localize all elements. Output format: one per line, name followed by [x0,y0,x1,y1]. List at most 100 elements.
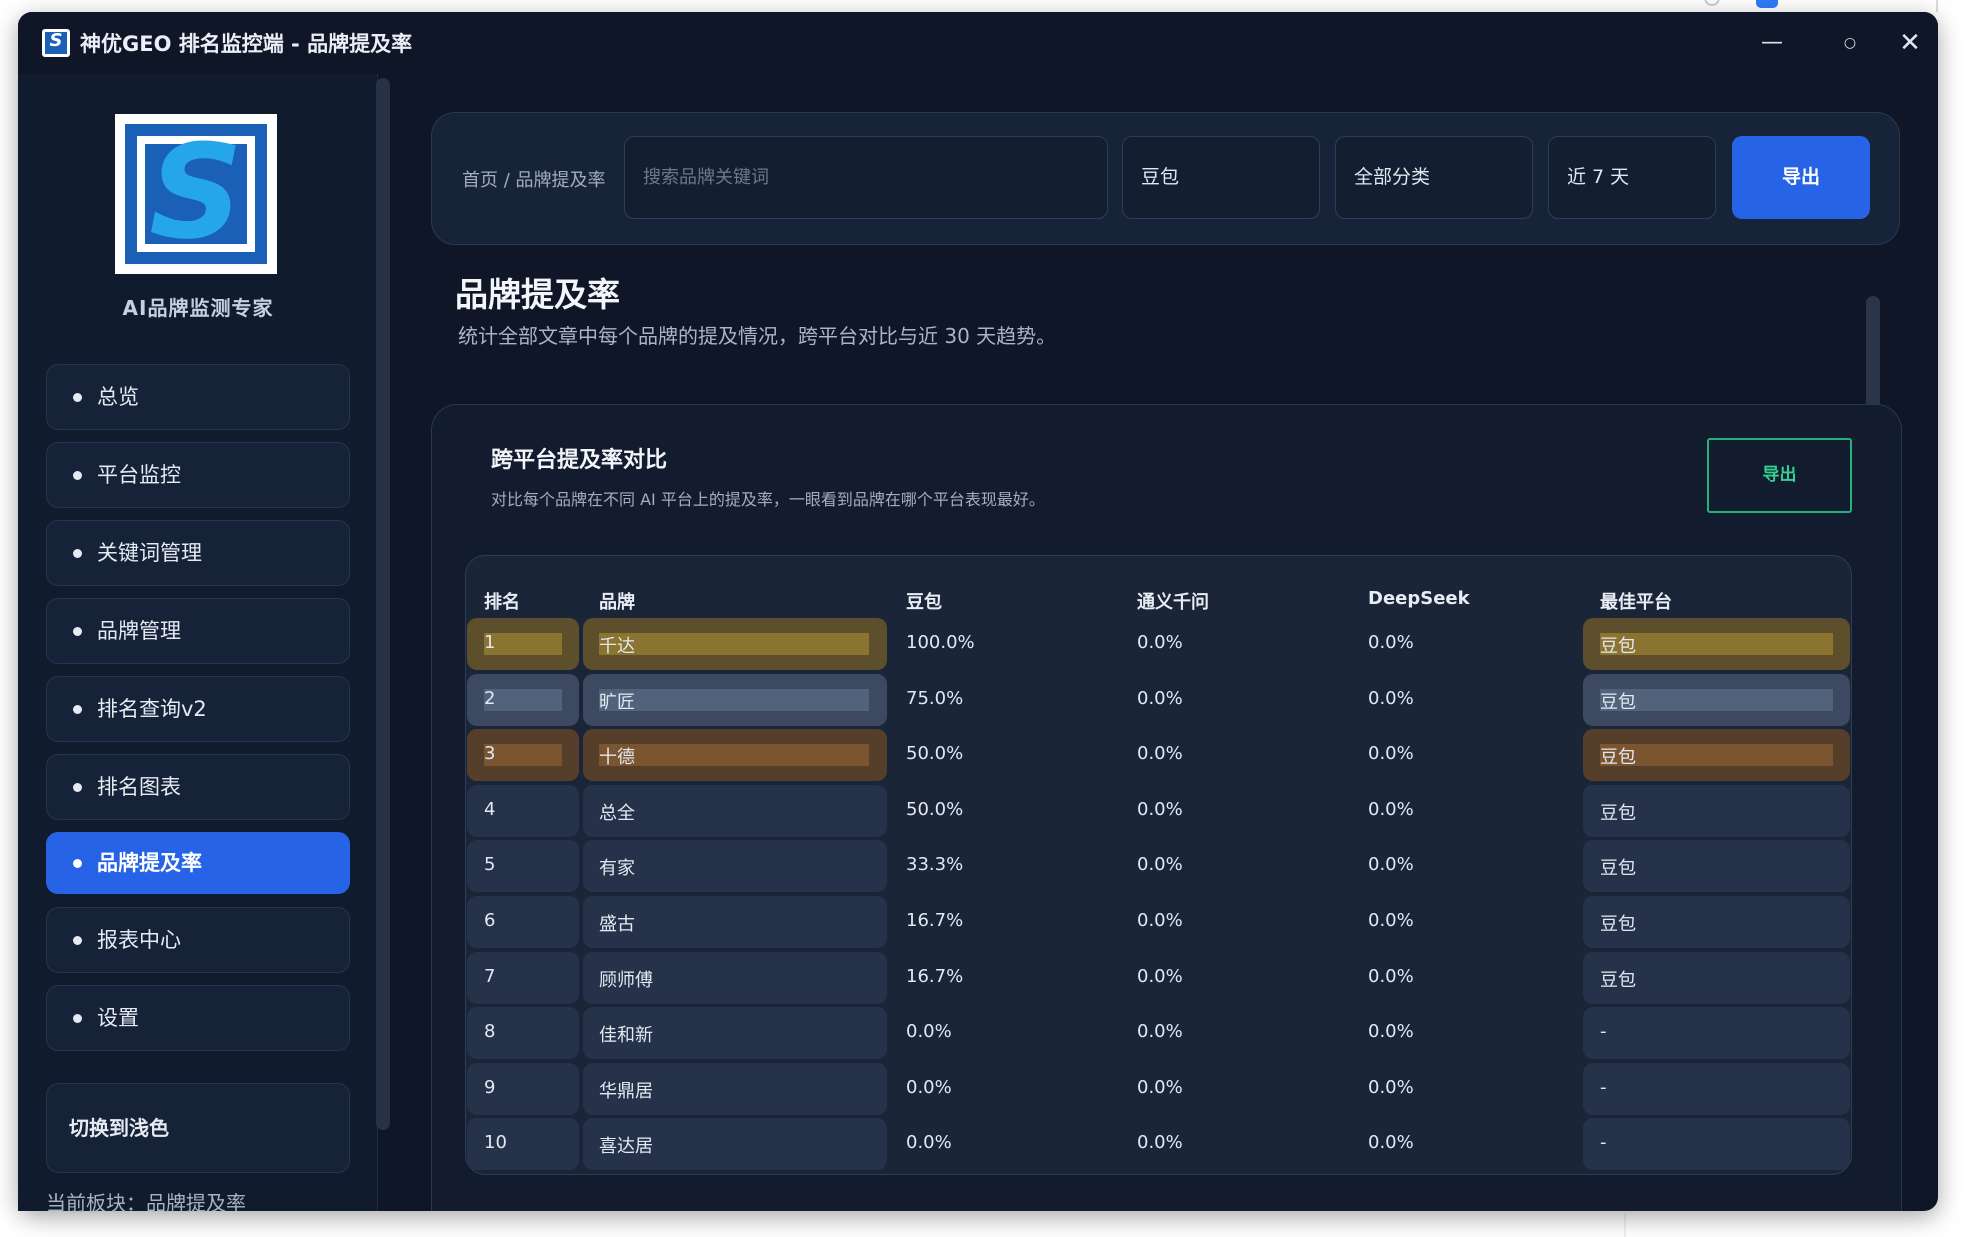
search-input[interactable]: 搜索品牌关键词 [624,136,1108,219]
doubao-value: 33.3% [906,854,964,876]
qwen-value: 0.0% [1137,1132,1183,1154]
sidebar-item-2[interactable]: 平台监控 [46,442,350,508]
qwen-value: 0.0% [1137,687,1183,709]
sidebar-item-label: 排名查询v2 [97,697,207,721]
sidebar-item-7[interactable]: 品牌提及率 [46,832,350,894]
brand-value: 顾师傅 [599,969,653,991]
sidebar-item-label: 总览 [97,385,139,409]
page-title: 品牌提及率 [455,275,620,314]
background-divider [1624,1213,1626,1237]
sidebar-item-label: 品牌管理 [97,619,181,643]
breadcrumb: 首页 / 品牌提及率 [462,170,606,191]
brand-value: 旷匠 [599,691,635,713]
best-value: - [1600,1076,1607,1098]
deepseek-value: 0.0% [1368,687,1414,709]
column-header[interactable]: 最佳平台 [1600,588,1672,614]
brand-value: 喜达居 [599,1136,653,1158]
brand-value: 华鼎居 [599,1080,653,1102]
deepseek-value: 0.0% [1368,798,1414,820]
platform-select[interactable]: 豆包 [1122,136,1320,219]
brand-logo: S [115,114,277,274]
sidebar-item-label: 平台监控 [97,463,181,487]
sidebar-item-label: 关键词管理 [97,541,202,565]
date-range-select[interactable]: 近 7 天 [1548,136,1716,219]
card-export-button[interactable]: 导出 [1707,438,1852,513]
highlight-bar [484,633,562,655]
brand-value: 有家 [599,858,635,880]
deepseek-value: 0.0% [1368,854,1414,876]
deepseek-value: 0.0% [1368,1021,1414,1043]
best-value: - [1600,1021,1607,1043]
highlight-bar [599,633,869,655]
card-title: 跨平台提及率对比 [491,448,668,473]
best-value: 豆包 [1600,858,1636,880]
best-value: 豆包 [1600,691,1636,713]
doubao-value: 100.0% [906,632,975,653]
doubao-value: 50.0% [906,798,964,820]
sidebar-scrollbar[interactable] [376,78,390,1130]
rank-value: 5 [484,854,496,876]
sidebar-item-9[interactable]: 设置 [46,985,350,1051]
rank-value: 6 [484,910,496,931]
bullet-icon [73,549,82,558]
best-value: 豆包 [1600,969,1636,991]
background-app-strip [1640,0,1978,12]
deepseek-value: 0.0% [1368,965,1414,987]
window-title: 神优GEO 排名监控端 - 品牌提及率 [80,32,413,56]
sidebar-item-3[interactable]: 关键词管理 [46,520,350,586]
background-divider [1936,0,1938,12]
app-logo-icon: S [42,29,70,57]
brand-value: 十德 [599,747,635,769]
best-value: 豆包 [1600,802,1636,824]
qwen-value: 0.0% [1137,965,1183,987]
rank-value: 3 [484,743,496,765]
rank-value: 9 [484,1076,496,1098]
rank-value: 7 [484,965,496,987]
column-header[interactable]: 品牌 [599,588,635,614]
card-description: 对比每个品牌在不同 AI 平台上的提及率，一眼看到品牌在哪个平台表现最好。 [491,490,1045,509]
doubao-value: 0.0% [906,1132,952,1154]
close-icon[interactable]: ✕ [1886,24,1934,62]
sidebar-item-6[interactable]: 排名图表 [46,754,350,820]
sidebar-item-5[interactable]: 排名查询v2 [46,676,350,742]
highlight-bar [599,744,869,767]
best-cell [1583,1062,1850,1115]
qwen-value: 0.0% [1137,798,1183,820]
doubao-value: 0.0% [906,1021,952,1043]
best-value: 豆包 [1600,747,1636,769]
title-bar[interactable]: S 神优GEO 排名监控端 - 品牌提及率 — ○ ✕ [18,12,1938,74]
theme-toggle-button[interactable]: 切换到浅色 [46,1083,350,1173]
bullet-icon [73,393,82,402]
rank-value: 8 [484,1021,496,1043]
bullet-icon [73,471,82,480]
rank-value: 1 [484,632,496,653]
bullet-icon [73,783,82,792]
highlight-bar [484,688,562,711]
category-select[interactable]: 全部分类 [1335,136,1533,219]
sidebar-item-1[interactable]: 总览 [46,364,350,430]
highlight-bar [484,744,562,767]
sidebar-item-8[interactable]: 报表中心 [46,907,350,973]
qwen-value: 0.0% [1137,632,1183,653]
doubao-value: 50.0% [906,743,964,765]
column-header[interactable]: 排名 [484,588,520,614]
bullet-icon [73,1014,82,1023]
brand-value: 千达 [599,636,635,657]
minimize-icon[interactable]: — [1748,24,1796,62]
best-value: - [1600,1132,1607,1154]
best-cell [1583,1118,1850,1171]
column-header[interactable]: DeepSeek [1368,588,1470,609]
current-section-label: 当前板块：品牌提及率 [46,1191,246,1215]
bullet-icon [73,859,82,868]
maximize-icon[interactable]: ○ [1826,24,1874,62]
sidebar-item-label: 品牌提及率 [97,851,202,875]
brand-value: 盛古 [599,914,635,935]
rank-value: 10 [484,1132,507,1154]
column-header[interactable]: 豆包 [906,588,942,614]
export-button[interactable]: 导出 [1732,136,1870,219]
column-header[interactable]: 通义千问 [1137,588,1209,614]
sidebar-item-label: 设置 [97,1006,139,1030]
sidebar-item-4[interactable]: 品牌管理 [46,598,350,664]
doubao-value: 16.7% [906,965,964,987]
toolbar: 首页 / 品牌提及率 搜索品牌关键词 豆包 全部分类 近 7 天 导出 [431,112,1900,245]
